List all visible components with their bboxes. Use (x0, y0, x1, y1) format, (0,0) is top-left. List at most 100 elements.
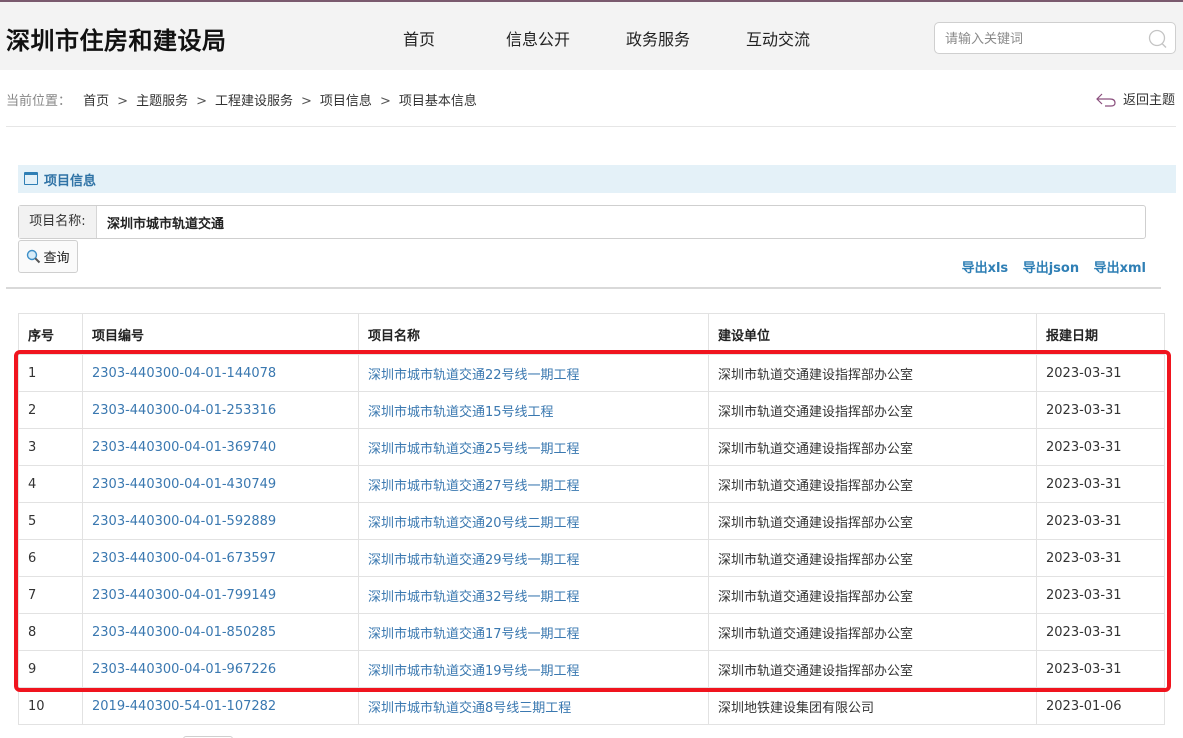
project-name-link[interactable]: 深圳市城市轨道交通15号线工程 (358, 391, 709, 429)
project-name-link[interactable]: 深圳市城市轨道交通22号线一期工程 (358, 354, 709, 392)
builder-cell: 深圳市轨道交通建设指挥部办公室 (708, 502, 1037, 540)
window-icon (24, 172, 38, 185)
row-index-cell: 5 (18, 502, 83, 540)
breadcrumb-separator: > (379, 94, 391, 109)
builder-cell: 深圳市轨道交通建设指挥部办公室 (708, 613, 1037, 651)
project-code-link[interactable]: 2303-440300-04-01-592889 (82, 502, 359, 540)
table-row: 5 2303-440300-04-01-592889 深圳市城市轨道交通20号线二期… (18, 502, 1165, 540)
project-code-link[interactable]: 2303-440300-04-01-144078 (82, 354, 359, 392)
project-name-link[interactable]: 深圳市城市轨道交通25号线一期工程 (358, 428, 709, 466)
site-header: 深圳市住房和建设局 首页 信息公开 政务服务 互动交流 (0, 0, 1183, 70)
project-code-link[interactable]: 2303-440300-04-01-253316 (82, 391, 359, 429)
table-body: 1 2303-440300-04-01-144078 深圳市城市轨道交通22号线一期… (18, 354, 1165, 725)
breadcrumb-separator: > (117, 94, 129, 109)
column-header-date: 报建日期 (1036, 313, 1165, 355)
date-cell: 2023-03-31 (1036, 502, 1165, 540)
breadcrumb-item-topic-services[interactable]: 主题服务 (136, 94, 188, 109)
table-row: 8 2303-440300-04-01-850285 深圳市城市轨道交通17号线一期… (18, 613, 1165, 651)
row-index-cell: 6 (18, 539, 83, 577)
row-index-cell: 2 (18, 391, 83, 429)
date-cell: 2023-03-31 (1036, 354, 1165, 392)
section-header: 项目信息 (18, 165, 1176, 193)
export-xls-link[interactable]: 导出xls (962, 261, 1009, 276)
builder-cell: 深圳地铁建设集团有限公司 (708, 687, 1037, 725)
project-name-link[interactable]: 深圳市城市轨道交通17号线一期工程 (358, 613, 709, 651)
row-index-cell: 1 (18, 354, 83, 392)
breadcrumb-item-project-info[interactable]: 项目信息 (320, 94, 372, 109)
table-row: 10 2019-440300-54-01-107282 深圳市城市轨道交通8号线三期… (18, 687, 1165, 725)
row-index-cell: 8 (18, 613, 83, 651)
column-header-project-name: 项目名称 (358, 313, 709, 355)
export-json-link[interactable]: 导出json (1023, 261, 1079, 276)
column-header-project-code: 项目编号 (82, 313, 359, 355)
table-header-row: 序号 项目编号 项目名称 建设单位 报建日期 (18, 313, 1165, 355)
export-links: 导出xls 导出json 导出xml (952, 257, 1146, 276)
project-name-link[interactable]: 深圳市城市轨道交通8号线三期工程 (358, 687, 709, 725)
query-button-label: 查询 (43, 251, 70, 266)
back-to-topic-link[interactable]: 返回主题 (1095, 89, 1175, 108)
project-name-link[interactable]: 深圳市城市轨道交通32号线一期工程 (358, 576, 709, 614)
project-code-link[interactable]: 2019-440300-54-01-107282 (82, 687, 359, 725)
project-code-link[interactable]: 2303-440300-04-01-673597 (82, 539, 359, 577)
breadcrumb-separator: > (196, 94, 207, 109)
builder-cell: 深圳市轨道交通建设指挥部办公室 (708, 391, 1037, 429)
export-xml-link[interactable]: 导出xml (1094, 261, 1146, 276)
query-button[interactable]: 查询 (18, 240, 78, 273)
project-table-container: 序号 项目编号 项目名称 建设单位 报建日期 1 2303-440300-04-0… (18, 313, 1165, 725)
back-arrow-icon (1096, 93, 1116, 107)
table-row: 2 2303-440300-04-01-253316 深圳市城市轨道交通15号线工程… (18, 391, 1165, 429)
date-cell: 2023-03-31 (1036, 428, 1165, 466)
divider (6, 287, 1161, 289)
row-index-cell: 4 (18, 465, 83, 503)
column-header-index: 序号 (18, 313, 83, 355)
date-cell: 2023-03-31 (1036, 465, 1165, 503)
table-row: 1 2303-440300-04-01-144078 深圳市城市轨道交通22号线一期… (18, 354, 1165, 392)
builder-cell: 深圳市轨道交通建设指挥部办公室 (708, 354, 1037, 392)
project-name-link[interactable]: 深圳市城市轨道交通20号线二期工程 (358, 502, 709, 540)
builder-cell: 深圳市轨道交通建设指挥部办公室 (708, 576, 1037, 614)
date-cell: 2023-03-31 (1036, 539, 1165, 577)
project-code-link[interactable]: 2303-440300-04-01-967226 (82, 650, 359, 688)
builder-cell: 深圳市轨道交通建设指挥部办公室 (708, 428, 1037, 466)
breadcrumb-item-construction-services[interactable]: 工程建设服务 (215, 94, 293, 109)
project-code-link[interactable]: 2303-440300-04-01-850285 (82, 613, 359, 651)
search-input[interactable] (945, 29, 1145, 49)
date-cell: 2023-03-31 (1036, 391, 1165, 429)
builder-cell: 深圳市轨道交通建设指挥部办公室 (708, 465, 1037, 503)
project-name-field-row: 项目名称: (18, 205, 1146, 239)
breadcrumb-item-project-basic-info[interactable]: 项目基本信息 (399, 94, 477, 109)
project-name-link[interactable]: 深圳市城市轨道交通29号线一期工程 (358, 539, 709, 577)
breadcrumb-prefix: 当前位置： (6, 94, 72, 109)
table-row: 4 2303-440300-04-01-430749 深圳市城市轨道交通27号线一期… (18, 465, 1165, 503)
back-to-topic-label: 返回主题 (1122, 93, 1175, 108)
divider (6, 126, 1176, 127)
column-header-builder: 建设单位 (708, 313, 1037, 355)
table-row: 3 2303-440300-04-01-369740 深圳市城市轨道交通25号线一期… (18, 428, 1165, 466)
row-index-cell: 9 (18, 650, 83, 688)
breadcrumb-item-home[interactable]: 首页 (83, 94, 109, 109)
project-code-link[interactable]: 2303-440300-04-01-369740 (82, 428, 359, 466)
project-name-link[interactable]: 深圳市城市轨道交通19号线一期工程 (358, 650, 709, 688)
search-icon[interactable] (1147, 29, 1167, 49)
table-row: 9 2303-440300-04-01-967226 深圳市城市轨道交通19号线一期… (18, 650, 1165, 688)
project-table: 序号 项目编号 项目名称 建设单位 报建日期 1 2303-440300-04-0… (18, 313, 1165, 725)
project-name-link[interactable]: 深圳市城市轨道交通27号线一期工程 (358, 465, 709, 503)
search-box (934, 22, 1176, 54)
nav-item-info-disclosure[interactable]: 信息公开 (506, 26, 570, 50)
nav-item-gov-services[interactable]: 政务服务 (626, 26, 690, 50)
row-index-cell: 10 (18, 687, 83, 725)
nav-item-interaction[interactable]: 互动交流 (746, 26, 810, 50)
project-code-link[interactable]: 2303-440300-04-01-430749 (82, 465, 359, 503)
project-code-link[interactable]: 2303-440300-04-01-799149 (82, 576, 359, 614)
date-cell: 2023-03-31 (1036, 576, 1165, 614)
date-cell: 2023-03-31 (1036, 650, 1165, 688)
date-cell: 2023-01-06 (1036, 687, 1165, 725)
section-title: 项目信息 (44, 174, 97, 189)
table-row: 6 2303-440300-04-01-673597 深圳市城市轨道交通29号线一期… (18, 539, 1165, 577)
table-row: 7 2303-440300-04-01-799149 深圳市城市轨道交通32号线一期… (18, 576, 1165, 614)
magnifier-icon (27, 249, 41, 264)
project-name-input[interactable] (107, 212, 1107, 232)
builder-cell: 深圳市轨道交通建设指挥部办公室 (708, 539, 1037, 577)
nav-item-home[interactable]: 首页 (403, 26, 435, 50)
breadcrumb: 当前位置： 首页 > 主题服务 > 工程建设服务 > 项目信息 > 项目基本信息 (6, 90, 477, 109)
